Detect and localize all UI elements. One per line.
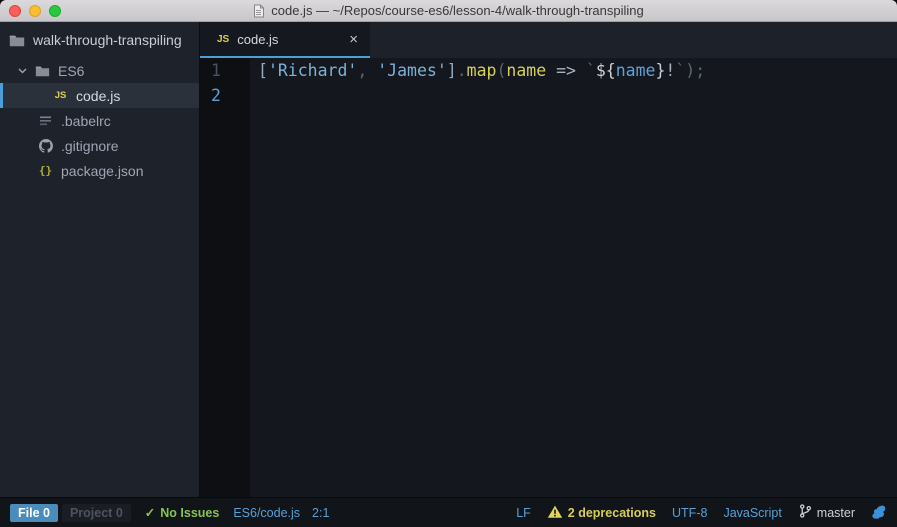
window-title-text: code.js — ~/Repos/course-es6/lesson-4/wa… xyxy=(271,3,644,18)
code-token: ] xyxy=(447,61,457,80)
app-window: code.js — ~/Repos/course-es6/lesson-4/wa… xyxy=(0,0,897,527)
code-token: ` xyxy=(586,61,596,80)
status-bar-right: LF 2 deprecations UTF-8 JavaScript maste… xyxy=(516,503,887,522)
code-token xyxy=(546,61,556,80)
git-branch-indicator[interactable]: master xyxy=(798,503,855,522)
git-branch-label: master xyxy=(817,506,855,520)
js-file-icon: JS xyxy=(217,34,229,45)
code-line[interactable]: ['Richard', 'James'].map(name => `${name… xyxy=(258,58,705,83)
code-token: ! xyxy=(665,61,675,80)
code-token: 'James' xyxy=(377,61,447,80)
project-root-folder[interactable]: walk-through-transpiling xyxy=(0,22,199,58)
tree-item-code-js[interactable]: JS code.js xyxy=(0,83,199,108)
text-editor[interactable]: 12 ['Richard', 'James'].map(name => `${n… xyxy=(200,58,897,497)
line-number[interactable]: 2 xyxy=(211,83,250,108)
lint-status-label: No Issues xyxy=(160,506,219,520)
code-line[interactable] xyxy=(258,83,705,108)
check-icon: ✓ xyxy=(145,505,155,520)
line-ending-indicator[interactable]: LF xyxy=(516,506,531,520)
tree-item-label: .gitignore xyxy=(61,138,119,154)
tab-code-js[interactable]: JS code.js × xyxy=(200,22,370,58)
code-token: => xyxy=(556,61,576,80)
document-icon xyxy=(253,4,265,18)
code-token: [ xyxy=(258,61,268,80)
zoom-window-button[interactable] xyxy=(49,5,61,17)
status-bar: File 0 Project 0 ✓ No Issues ES6/code.js… xyxy=(0,497,897,527)
tree-item-label: code.js xyxy=(76,88,120,104)
chevron-down-icon[interactable] xyxy=(17,68,27,74)
code-area[interactable]: ['Richard', 'James'].map(name => `${name… xyxy=(250,58,705,497)
code-token: } xyxy=(655,61,665,80)
editor-pane: JS code.js × 12 ['Richard', 'James'].map… xyxy=(200,22,897,497)
tab-label: code.js xyxy=(237,32,278,47)
tree-view: walk-through-transpiling ES6 JS code.js .ba… xyxy=(0,22,200,497)
code-token: ( xyxy=(496,61,506,80)
tree-item-babelrc[interactable]: .babelrc xyxy=(0,108,199,133)
project-root-label: walk-through-transpiling xyxy=(33,32,182,48)
code-token: name xyxy=(616,61,656,80)
workspace: walk-through-transpiling ES6 JS code.js .ba… xyxy=(0,22,897,497)
project-issues-badge[interactable]: Project 0 xyxy=(62,504,131,522)
close-tab-icon[interactable]: × xyxy=(349,32,358,47)
tree-item-package-json[interactable]: {} package.json xyxy=(0,158,199,183)
file-tree: ES6 JS code.js .babelrc .gitignore {} package.… xyxy=(0,58,199,183)
code-token: ` xyxy=(675,61,685,80)
squirrel-icon[interactable] xyxy=(871,504,887,522)
js-icon: JS xyxy=(52,90,69,101)
minimize-window-button[interactable] xyxy=(29,5,41,17)
text-lines-icon xyxy=(37,116,54,126)
code-token xyxy=(576,61,586,80)
code-token: name xyxy=(506,61,546,80)
git-branch-icon xyxy=(798,503,813,522)
close-window-button[interactable] xyxy=(9,5,21,17)
tab-bar: JS code.js × xyxy=(200,22,897,58)
cursor-position[interactable]: 2:1 xyxy=(312,506,329,520)
window-title: code.js — ~/Repos/course-es6/lesson-4/wa… xyxy=(253,3,644,18)
titlebar: code.js — ~/Repos/course-es6/lesson-4/wa… xyxy=(0,0,897,22)
tree-item-label: package.json xyxy=(61,163,144,179)
file-path[interactable]: ES6/code.js xyxy=(233,506,300,520)
file-issues-badge[interactable]: File 0 xyxy=(10,504,58,522)
lint-status[interactable]: ✓ No Issues xyxy=(145,505,220,520)
tree-item-label: ES6 xyxy=(58,63,84,79)
line-number[interactable]: 1 xyxy=(211,58,250,83)
encoding-indicator[interactable]: UTF-8 xyxy=(672,506,707,520)
deprecations-indicator[interactable]: 2 deprecations xyxy=(547,504,656,522)
code-token: . xyxy=(457,61,467,80)
language-indicator[interactable]: JavaScript xyxy=(723,506,781,520)
code-token: ); xyxy=(685,61,705,80)
code-token: , xyxy=(357,61,377,80)
code-token: 'Richard' xyxy=(268,61,357,80)
github-icon xyxy=(37,139,54,153)
braces-icon: {} xyxy=(37,164,54,177)
code-token: map xyxy=(467,61,497,80)
tree-item-label: .babelrc xyxy=(61,113,111,129)
line-number-gutter[interactable]: 12 xyxy=(200,58,250,497)
window-controls xyxy=(9,0,61,22)
tree-item-gitignore[interactable]: .gitignore xyxy=(0,133,199,158)
tree-item-es6[interactable]: ES6 xyxy=(0,58,199,83)
code-token: ${ xyxy=(596,61,616,80)
folder-icon xyxy=(34,65,51,77)
deprecations-label: 2 deprecations xyxy=(568,506,656,520)
folder-icon xyxy=(8,34,25,47)
warning-icon xyxy=(547,504,563,522)
